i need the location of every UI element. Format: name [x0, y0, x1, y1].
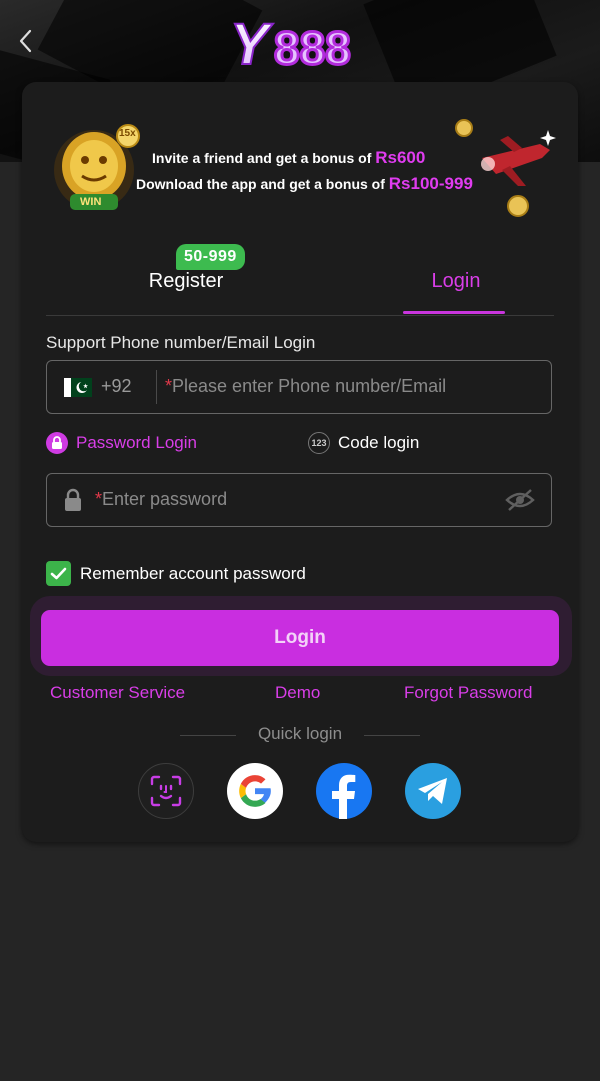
remember-label: Remember account password [80, 563, 306, 583]
field-divider [156, 370, 157, 404]
google-icon [239, 775, 271, 807]
google-login-button[interactable] [227, 763, 283, 819]
svg-text:Y: Y [230, 12, 274, 74]
phone-email-field[interactable]: +92 *Please enter Phone number/Email [46, 360, 552, 414]
slot-win-label: WIN [80, 196, 102, 208]
multiplier-badge: 15x [119, 128, 136, 139]
auth-tabs: Register 50-999 Login [46, 242, 554, 316]
pakistan-flag-icon[interactable] [64, 378, 92, 397]
download-bonus-text: Download the app and get a bonus of Rs10… [136, 174, 473, 193]
login-card: 15x WIN Invite a friend and get a bonus … [22, 82, 578, 842]
login-button[interactable]: Login [41, 610, 559, 666]
checkmark-icon [50, 567, 67, 580]
password-login-label: Password Login [76, 433, 197, 452]
code-login-option[interactable]: 123 Code login [308, 432, 419, 454]
lock-icon [65, 488, 81, 511]
remember-password-option[interactable]: Remember account password [46, 561, 306, 586]
password-input[interactable]: *Enter password [95, 489, 227, 510]
plane-icon [455, 119, 556, 217]
facebook-icon [332, 774, 356, 819]
customer-service-link[interactable]: Customer Service [50, 683, 185, 703]
password-login-option[interactable]: Password Login [46, 432, 197, 454]
chevron-left-icon [19, 29, 32, 53]
app-logo: Y 888 [228, 8, 368, 78]
svg-text:888: 888 [274, 22, 351, 74]
remember-checkbox[interactable] [46, 561, 71, 586]
numeric-code-icon: 123 [308, 432, 330, 454]
quick-login-label: Quick login [257, 724, 343, 743]
code-login-label: Code login [338, 433, 420, 452]
invite-bonus-text: Invite a friend and get a bonus of Rs600 [152, 148, 426, 167]
tab-register[interactable]: Register [126, 270, 246, 293]
login-method-label: Support Phone number/Email Login [46, 333, 316, 352]
facebook-login-button[interactable] [316, 763, 372, 819]
telegram-icon [418, 778, 447, 804]
phone-email-input[interactable]: *Please enter Phone number/Email [165, 376, 446, 397]
back-button[interactable] [10, 24, 40, 58]
tab-login[interactable]: Login [396, 270, 516, 293]
forgot-password-link[interactable]: Forgot Password [404, 683, 533, 703]
face-id-icon [150, 775, 182, 807]
telegram-login-button[interactable] [405, 763, 461, 819]
password-field[interactable]: *Enter password [46, 473, 552, 527]
quick-login-divider: Quick login [180, 724, 420, 744]
country-code[interactable]: +92 [101, 376, 132, 397]
register-bonus-badge: 50-999 [176, 244, 245, 270]
demo-link[interactable]: Demo [275, 683, 320, 703]
active-tab-indicator [403, 311, 505, 314]
promo-banner[interactable]: 15x WIN Invite a friend and get a bonus … [22, 112, 578, 224]
eye-hidden-icon[interactable] [505, 488, 535, 512]
lock-icon [46, 432, 68, 454]
face-id-login-button[interactable] [138, 763, 194, 819]
